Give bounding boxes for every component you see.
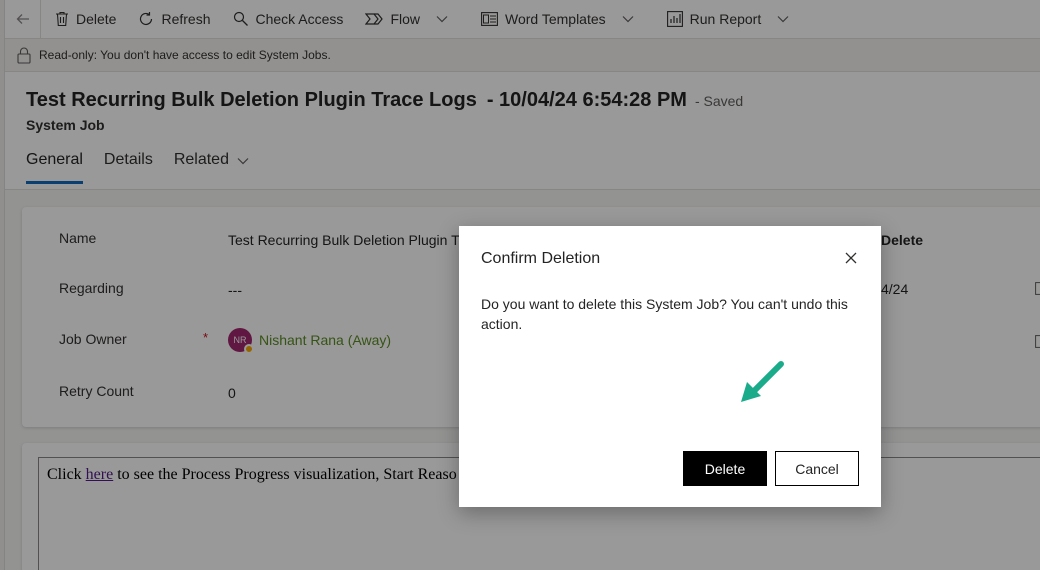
delete-button[interactable]: Delete <box>683 451 767 486</box>
cancel-button[interactable]: Cancel <box>775 451 859 486</box>
annotation-arrow-icon <box>741 361 784 402</box>
close-icon[interactable] <box>843 250 859 266</box>
dialog-message: Do you want to delete this System Job? Y… <box>481 296 848 332</box>
dialog-title: Confirm Deletion <box>481 250 601 267</box>
confirm-deletion-dialog: Confirm Deletion Do you want to delete t… <box>459 226 881 507</box>
app-window: Delete Refresh Check Access Flow Word Te… <box>0 0 1040 570</box>
